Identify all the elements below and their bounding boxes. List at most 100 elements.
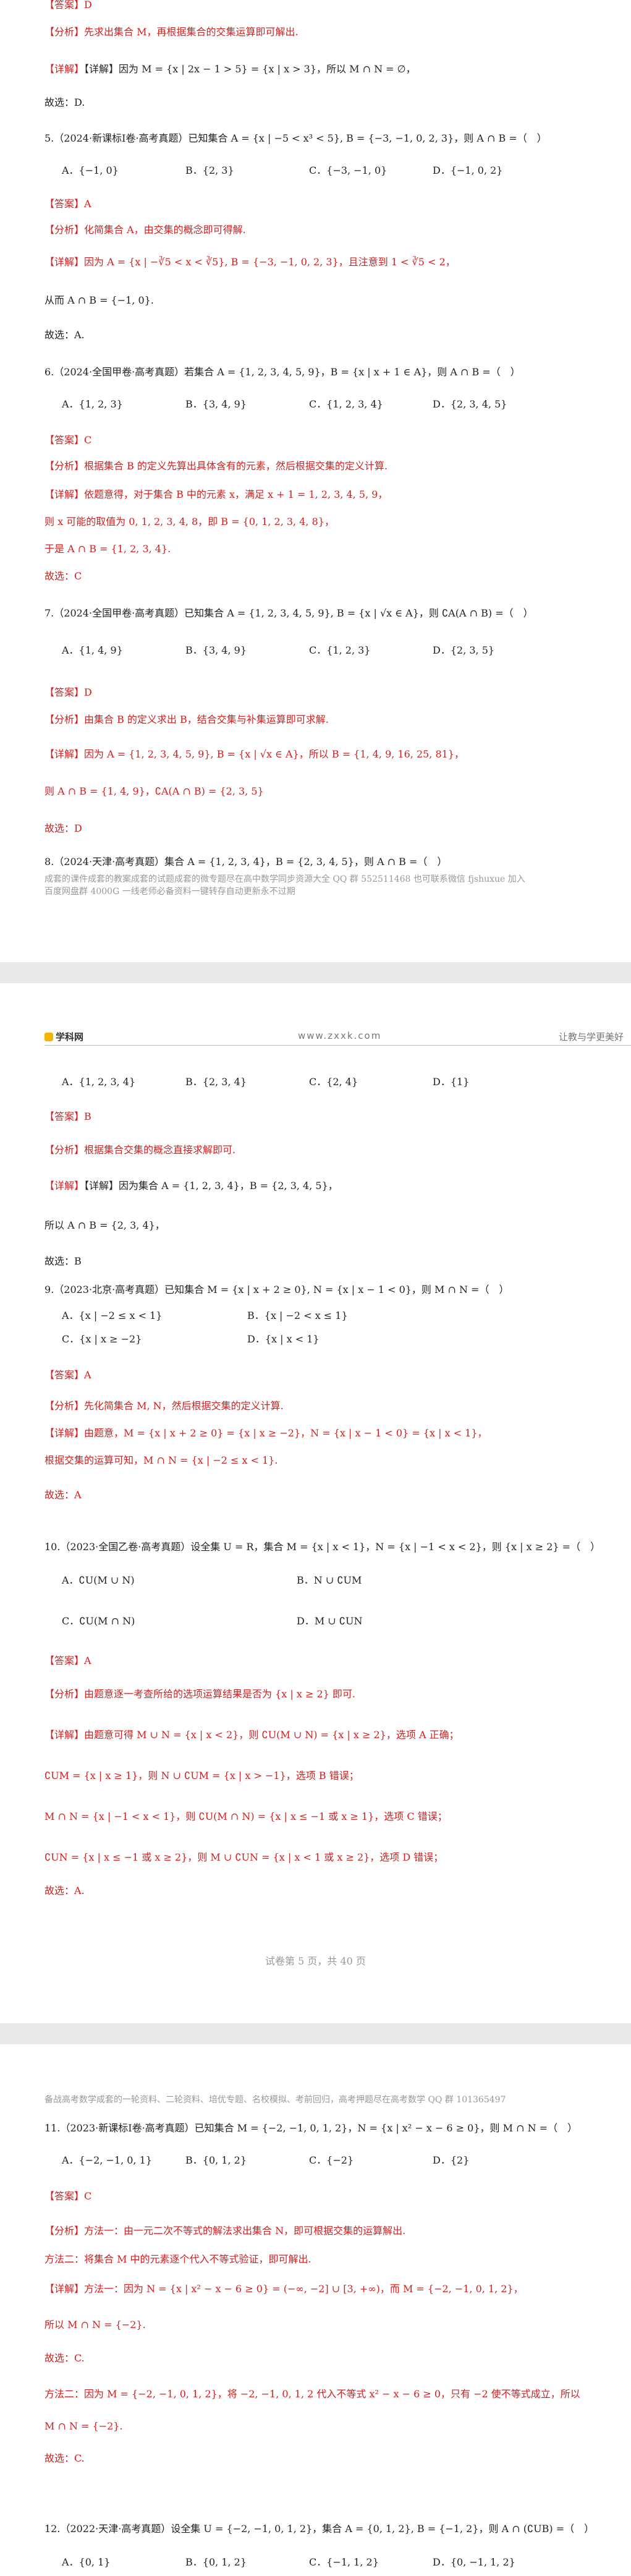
option-d[interactable]: D．{1} bbox=[433, 1075, 556, 1090]
question-10: 10.（2023·全国乙卷·高考真题）设全集 U = R，集合 M = {x |… bbox=[44, 1541, 601, 1553]
conclusion-text: 故选：C bbox=[44, 570, 82, 582]
option-b[interactable]: B．{2, 3} bbox=[185, 163, 309, 178]
page-footer: 试卷第 5 页，共 40 页 bbox=[265, 1955, 366, 1967]
option-b[interactable]: B．{0, 1, 2} bbox=[185, 2153, 309, 2168]
solution-text: 【详解】【详解】因为 M = {x | 2x − 1 > 5} = {x | x… bbox=[44, 63, 416, 75]
solution-text: 【详解】因为 A = {x | −∛5 < x < ∛5}, B = {−3, … bbox=[44, 256, 455, 268]
answer-label: 【答案】A bbox=[44, 198, 91, 210]
solution-text: 方法二：因为 M = {−2, −1, 0, 1, 2}，将 −2, −1, 0… bbox=[44, 2388, 580, 2400]
option-c[interactable]: C．{x | x ≥ −2} bbox=[62, 1332, 247, 1347]
promo-note: 成套的课件成套的教案成套的试题成套的微专题尽在高中数学同步资源大全 QQ 群 5… bbox=[44, 874, 525, 884]
solution-text: 【详解】【详解】因为集合 A = {1, 2, 3, 4}，B = {2, 3,… bbox=[44, 1180, 338, 1192]
options-q10-row2: C．∁U(M ∩ N) D．M ∪ ∁UN bbox=[62, 1614, 420, 1629]
answer-label: 【答案】B bbox=[44, 1111, 91, 1122]
solution-text: 根据交集的运算可知，M ∩ N = {x | −2 ≤ x < 1}. bbox=[44, 1454, 278, 1466]
solution-text: ∁UN = {x | x ≤ −1 或 x ≥ 2}，则 M ∪ ∁UN = {… bbox=[44, 1851, 444, 1863]
option-d[interactable]: D．{−1, 0, 2} bbox=[433, 163, 556, 178]
option-d[interactable]: D．{2, 3, 4, 5} bbox=[433, 397, 556, 412]
promo-note: 百度网盘群 4000G 一线老师必备资料一键转存自动更新永不过期 bbox=[44, 887, 295, 897]
conclusion-text: 故选：A bbox=[44, 1489, 82, 1501]
solution-text: M ∩ N = {x | −1 < x < 1}，则 ∁U(M ∩ N) = {… bbox=[44, 1810, 447, 1822]
question-6: 6.（2024·全国甲卷·高考真题）若集合 A = {1, 2, 3, 4, 5… bbox=[44, 366, 520, 378]
options-q9-row2: C．{x | x ≥ −2} D．{x | x < 1} bbox=[62, 1332, 371, 1347]
solution-text: 于是 A ∩ B = {1, 2, 3, 4}. bbox=[44, 543, 171, 555]
solution-text: 则 A ∩ B = {1, 4, 9}，∁A(A ∩ B) = {2, 3, 5… bbox=[44, 785, 264, 797]
page-2: 学科网 www.zxxk.com 让教与学更美好 A．{1, 2, 3, 4} B… bbox=[0, 983, 631, 2023]
option-b[interactable]: B．{x | −2 < x ≤ 1} bbox=[247, 1308, 371, 1323]
question-12: 12.（2022·天津·高考真题）设全集 U = {−2, −1, 0, 1, … bbox=[44, 2523, 595, 2535]
solution-text: M ∩ N = {−2}. bbox=[44, 2420, 123, 2432]
site-logo: 学科网 bbox=[44, 1030, 83, 1043]
option-a[interactable]: A．{1, 2, 3, 4} bbox=[62, 1075, 185, 1090]
option-c[interactable]: C．{1, 2, 3, 4} bbox=[309, 397, 433, 412]
option-c[interactable]: C．∁U(M ∩ N) bbox=[62, 1614, 297, 1629]
conclusion-text: 故选：A. bbox=[44, 1885, 85, 1896]
option-c[interactable]: C．{1, 2, 3} bbox=[309, 643, 433, 658]
analysis-text: 【分析】化简集合 A，由交集的概念即可得解. bbox=[44, 224, 246, 236]
option-c[interactable]: C．{−1, 1, 2} bbox=[309, 2555, 433, 2570]
option-b[interactable]: B．{0, 1, 2} bbox=[185, 2555, 309, 2570]
option-a[interactable]: A．{1, 2, 3} bbox=[62, 397, 185, 412]
analysis-text: 【分析】由集合 B 的定义求出 B，结合交集与补集运算即可求解. bbox=[44, 714, 329, 725]
option-d[interactable]: D．{x | x < 1} bbox=[247, 1332, 371, 1347]
solution-body: 【详解】因为集合 A = {1, 2, 3, 4}，B = {2, 3, 4, … bbox=[84, 1180, 338, 1192]
answer-label: 【答案】C bbox=[44, 2190, 92, 2202]
page-header: 学科网 www.zxxk.com 让教与学更美好 bbox=[44, 1030, 631, 1046]
page-1: 【答案】D 【分析】先求出集合 M，再根据集合的交集运算即可解出. 【详解】【详… bbox=[0, 0, 631, 962]
option-a[interactable]: A．{−2, −1, 0, 1} bbox=[62, 2153, 185, 2168]
logo-text: 学科网 bbox=[56, 1031, 84, 1043]
options-q10-row1: A．∁U(M ∪ N) B．N ∪ ∁UM bbox=[62, 1573, 420, 1588]
solution-text: 所以 M ∩ N = {−2}. bbox=[44, 2319, 146, 2331]
answer-label: 【答案】A bbox=[44, 1369, 91, 1381]
option-c[interactable]: C．{−2} bbox=[309, 2153, 433, 2168]
conclusion-text: 故选：D. bbox=[44, 96, 85, 108]
option-b[interactable]: B．{3, 4, 9} bbox=[185, 643, 309, 658]
solution-text: 【详解】方法一：因为 N = {x | x² − x − 6 ≥ 0} = (−… bbox=[44, 2283, 523, 2295]
option-b[interactable]: B．{2, 3, 4} bbox=[185, 1075, 309, 1090]
options-q7: A．{1, 4, 9} B．{3, 4, 9} C．{1, 2, 3} D．{2, 3… bbox=[62, 643, 556, 658]
answer-label: 【答案】D bbox=[44, 686, 92, 698]
option-d[interactable]: D．{0, −1, 1, 2} bbox=[433, 2555, 556, 2570]
promo-note: 备战高考数学成套的一轮资料、二轮资料、培优专题、名校模拟、考前回归，高考押题尽在… bbox=[44, 2095, 506, 2105]
analysis-text: 【分析】根据集合 B 的定义先算出具体含有的元素，然后根据交集的定义计算. bbox=[44, 460, 388, 472]
options-q8: A．{1, 2, 3, 4} B．{2, 3, 4} C．{2, 4} D．{1} bbox=[62, 1075, 556, 1090]
conclusion-text: 故选：C. bbox=[44, 2452, 85, 2464]
option-a[interactable]: A．{−1, 0} bbox=[62, 163, 185, 178]
conclusion-text: 故选：B bbox=[44, 1255, 82, 1267]
solution-text: ∁UM = {x | x ≥ 1}，则 N ∪ ∁UM = {x | x > −… bbox=[44, 1770, 359, 1781]
option-a[interactable]: A．{x | −2 ≤ x < 1} bbox=[62, 1308, 247, 1323]
logo-icon bbox=[44, 1033, 53, 1041]
question-5: 5.（2024·新课标Ⅰ卷·高考真题）已知集合 A = {x | −5 < x³… bbox=[44, 132, 547, 144]
solution-text: 【详解】因为 A = {1, 2, 3, 4, 5, 9}, B = {x | … bbox=[44, 748, 465, 760]
solution-text: 则 x 可能的取值为 0, 1, 2, 3, 4, 8，即 B = {0, 1,… bbox=[44, 516, 334, 527]
conclusion-text: 故选：D bbox=[44, 822, 82, 834]
option-d[interactable]: D．{2, 3, 5} bbox=[433, 643, 556, 658]
option-d[interactable]: D．M ∪ ∁UN bbox=[297, 1614, 420, 1629]
solution-body: 【详解】因为 M = {x | 2x − 1 > 5} = {x | x > 3… bbox=[84, 63, 416, 75]
answer-label: 【答案】C bbox=[44, 434, 92, 446]
options-q11: A．{−2, −1, 0, 1} B．{0, 1, 2} C．{−2} D．{2} bbox=[62, 2153, 556, 2168]
option-d[interactable]: D．{2} bbox=[433, 2153, 556, 2168]
question-7: 7.（2024·全国甲卷·高考真题）已知集合 A = {1, 2, 3, 4, … bbox=[44, 607, 533, 619]
solution-text: 【详解】由题意，M = {x | x + 2 ≥ 0} = {x | x ≥ −… bbox=[44, 1427, 488, 1439]
site-url: www.zxxk.com bbox=[298, 1030, 382, 1041]
option-b[interactable]: B．{3, 4, 9} bbox=[185, 397, 309, 412]
conclusion-text: 故选：A. bbox=[44, 329, 85, 341]
options-q12: A．{0, 1} B．{0, 1, 2} C．{−1, 1, 2} D．{0, −1,… bbox=[62, 2555, 556, 2570]
option-b[interactable]: B．N ∪ ∁UM bbox=[297, 1573, 420, 1588]
option-c[interactable]: C．{2, 4} bbox=[309, 1075, 433, 1090]
options-q5: A．{−1, 0} B．{2, 3} C．{−3, −1, 0} D．{−1, 0, … bbox=[62, 163, 556, 178]
options-q9-row1: A．{x | −2 ≤ x < 1} B．{x | −2 < x ≤ 1} bbox=[62, 1308, 371, 1323]
option-a[interactable]: A．{1, 4, 9} bbox=[62, 643, 185, 658]
solution-text: 从而 A ∩ B = {−1, 0}. bbox=[44, 294, 154, 306]
option-a[interactable]: A．∁U(M ∪ N) bbox=[62, 1573, 297, 1588]
option-a[interactable]: A．{0, 1} bbox=[62, 2555, 185, 2570]
solution-text: 【详解】由题意可得 M ∪ N = {x | x < 2}，则 ∁U(M ∪ N… bbox=[44, 1729, 459, 1741]
solution-text: 所以 A ∩ B = {2, 3, 4}， bbox=[44, 1219, 165, 1231]
analysis-text: 【分析】根据集合交集的概念直接求解即可. bbox=[44, 1144, 236, 1156]
option-c[interactable]: C．{−3, −1, 0} bbox=[309, 163, 433, 178]
conclusion-text: 故选：C. bbox=[44, 2352, 85, 2364]
options-q6: A．{1, 2, 3} B．{3, 4, 9} C．{1, 2, 3, 4} D．{2… bbox=[62, 397, 556, 412]
analysis-text: 方法二：将集合 M 中的元素逐个代入不等式验证，即可解出. bbox=[44, 2253, 311, 2265]
answer-label: 【答案】A bbox=[44, 1655, 91, 1666]
